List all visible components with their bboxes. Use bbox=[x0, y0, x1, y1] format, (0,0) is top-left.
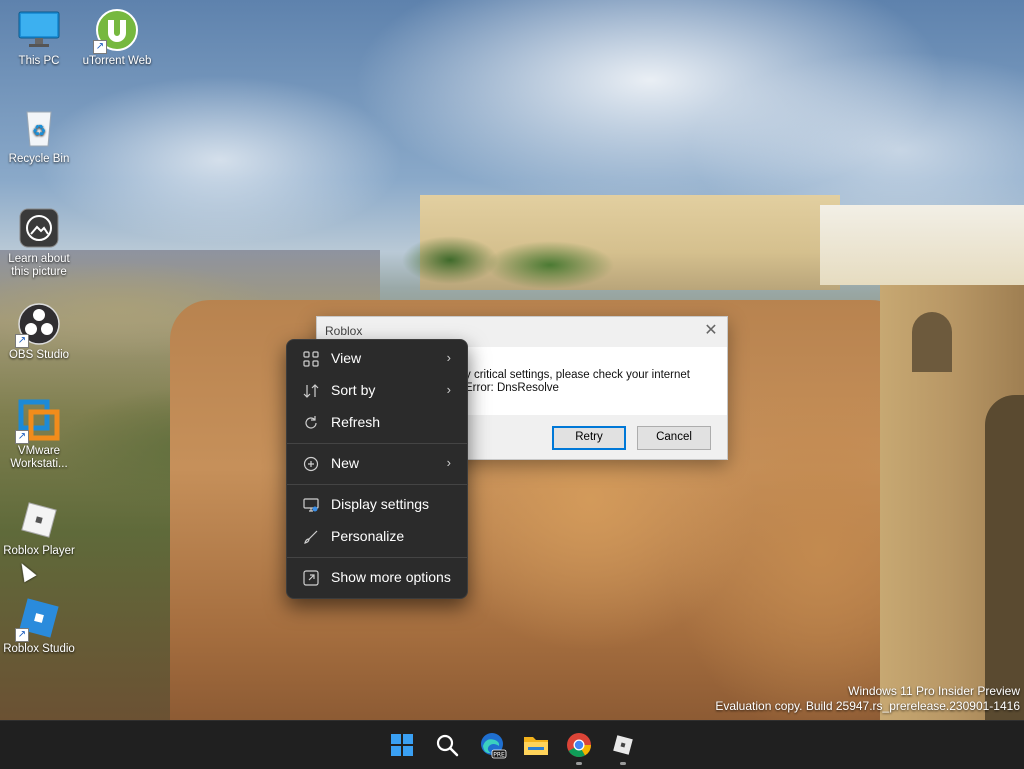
desktop-icon-label: OBS Studio bbox=[8, 349, 70, 361]
menu-item-label: Display settings bbox=[331, 496, 430, 512]
taskbar: PRE bbox=[0, 720, 1024, 769]
desktop-icon-roblox-player[interactable]: Roblox Player bbox=[0, 498, 78, 558]
desktop-icon-label: Learn about this picture bbox=[8, 253, 70, 278]
file-explorer-icon[interactable] bbox=[518, 727, 554, 763]
plus-circle-icon bbox=[303, 456, 319, 472]
svg-text:♻: ♻ bbox=[32, 123, 46, 140]
dialog-message: y critical settings, please check your i… bbox=[465, 369, 690, 395]
chevron-right-icon: › bbox=[446, 382, 451, 397]
menu-item-view[interactable]: View › bbox=[287, 344, 467, 374]
menu-item-personalize[interactable]: Personalize bbox=[287, 522, 467, 552]
recycle-bin-icon: ♻ bbox=[17, 106, 61, 150]
running-indicator bbox=[576, 762, 582, 765]
edge-beta-icon[interactable]: PRE bbox=[474, 727, 510, 763]
roblox-player-icon bbox=[17, 498, 61, 542]
wallpaper-trees bbox=[390, 235, 620, 290]
brush-icon bbox=[303, 529, 319, 545]
refresh-icon bbox=[303, 415, 319, 431]
running-indicator bbox=[620, 762, 626, 765]
shortcut-arrow-icon: ↗ bbox=[15, 430, 29, 444]
shortcut-arrow-icon: ↗ bbox=[93, 40, 107, 54]
shortcut-arrow-icon: ↗ bbox=[15, 628, 29, 642]
dialog-message-line2: Error: DnsResolve bbox=[465, 382, 559, 394]
menu-item-label: View bbox=[331, 350, 362, 366]
desktop-icon-label: Roblox Player bbox=[3, 545, 75, 557]
wallpaper-arch bbox=[912, 312, 952, 372]
camera-lens-icon bbox=[17, 206, 61, 250]
watermark-line2: Evaluation copy. Build 25947.rs_prerelea… bbox=[715, 699, 1020, 713]
utorrent-icon: ↗ bbox=[93, 8, 139, 54]
retry-button[interactable]: Retry bbox=[552, 426, 626, 450]
display-icon bbox=[303, 497, 319, 513]
desktop-context-menu: View › Sort by › Refresh New › Display s… bbox=[286, 339, 468, 599]
search-icon[interactable] bbox=[429, 727, 465, 763]
desktop-icon-roblox-studio[interactable]: ↗ Roblox Studio bbox=[0, 596, 78, 656]
obs-icon: ↗ bbox=[15, 302, 61, 348]
wallpaper-buildings-right bbox=[820, 205, 1024, 285]
roblox-icon[interactable] bbox=[605, 727, 641, 765]
menu-item-show-more-options[interactable]: Show more options bbox=[287, 563, 467, 593]
desktop-icon-recycle-bin[interactable]: ♻ Recycle Bin bbox=[0, 106, 78, 166]
wallpaper-arch-large bbox=[985, 395, 1024, 720]
menu-separator bbox=[287, 557, 467, 558]
desktop-icon-label: This PC bbox=[18, 55, 60, 67]
svg-text:PRE: PRE bbox=[493, 752, 505, 759]
monitor-icon bbox=[17, 8, 61, 52]
menu-item-label: Personalize bbox=[331, 528, 405, 544]
menu-item-display-settings[interactable]: Display settings bbox=[287, 490, 467, 520]
evaluation-watermark: Windows 11 Pro Insider Preview Evaluatio… bbox=[715, 684, 1020, 714]
desktop-icon-label: uTorrent Web bbox=[82, 55, 152, 67]
windows-start-icon[interactable] bbox=[384, 727, 420, 763]
chevron-right-icon: › bbox=[446, 350, 451, 365]
shortcut-arrow-icon: ↗ bbox=[15, 334, 29, 348]
menu-item-label: Refresh bbox=[331, 414, 381, 430]
menu-item-refresh[interactable]: Refresh bbox=[287, 408, 467, 438]
close-icon[interactable]: ✕ bbox=[701, 321, 721, 341]
sort-icon bbox=[303, 383, 319, 399]
expand-icon bbox=[303, 570, 319, 586]
desktop-wallpaper[interactable]: This PC ↗ uTorrent Web ♻ Recycle Bin Lea… bbox=[0, 0, 1024, 720]
desktop-icon-utorrent[interactable]: ↗ uTorrent Web bbox=[78, 8, 156, 68]
chrome-icon[interactable] bbox=[561, 727, 597, 765]
desktop-icon-vmware[interactable]: ↗ VMware Workstati... bbox=[0, 398, 78, 471]
watermark-line1: Windows 11 Pro Insider Preview bbox=[848, 684, 1020, 698]
roblox-studio-icon: ↗ bbox=[15, 596, 61, 642]
menu-item-sort-by[interactable]: Sort by › bbox=[287, 376, 467, 406]
chevron-right-icon: › bbox=[446, 455, 451, 470]
desktop-icon-label: VMware Workstati... bbox=[10, 445, 68, 470]
menu-item-label: Show more options bbox=[331, 569, 451, 585]
desktop-icon-label: Recycle Bin bbox=[8, 153, 70, 165]
desktop-icon-learn-picture[interactable]: Learn about this picture bbox=[0, 206, 78, 279]
menu-item-label: Sort by bbox=[331, 382, 376, 398]
menu-item-new[interactable]: New › bbox=[287, 449, 467, 479]
menu-separator bbox=[287, 443, 467, 444]
dialog-message-line1: y critical settings, please check your i… bbox=[465, 369, 690, 381]
vmware-icon: ↗ bbox=[15, 398, 61, 444]
menu-item-label: New bbox=[331, 455, 360, 471]
desktop-icon-this-pc[interactable]: This PC bbox=[0, 8, 78, 68]
grid-view-icon bbox=[303, 351, 319, 367]
menu-separator bbox=[287, 484, 467, 485]
desktop-icon-obs[interactable]: ↗ OBS Studio bbox=[0, 302, 78, 362]
desktop-icon-label: Roblox Studio bbox=[3, 643, 75, 655]
cancel-button[interactable]: Cancel bbox=[637, 426, 711, 450]
